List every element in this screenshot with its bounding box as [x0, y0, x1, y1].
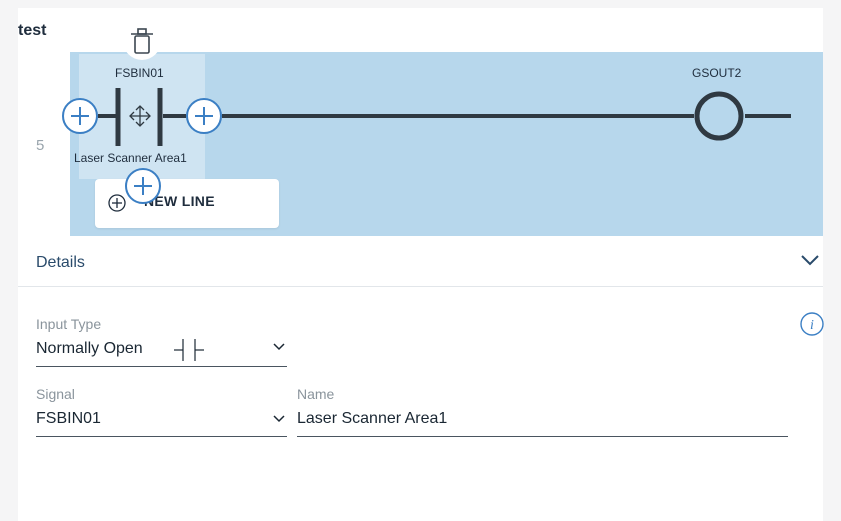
signal-label: Signal [36, 386, 75, 402]
add-below-button[interactable] [125, 168, 161, 204]
name-field[interactable]: Laser Scanner Area1 [297, 410, 447, 428]
details-header[interactable] [18, 236, 823, 287]
input-type-underline [36, 366, 287, 367]
trash-icon[interactable] [123, 22, 161, 60]
normally-open-contact-icon [174, 339, 204, 361]
details-title: Details [36, 254, 85, 271]
input-type-value[interactable]: Normally Open [36, 340, 143, 358]
svg-text:i: i [810, 318, 814, 333]
name-underline [297, 436, 788, 437]
move-icon[interactable] [129, 105, 151, 127]
chevron-down-icon[interactable] [800, 253, 820, 267]
add-left-button[interactable] [62, 98, 98, 134]
name-label: Name [297, 386, 335, 402]
signal-value[interactable]: FSBIN01 [36, 410, 101, 428]
output-coil[interactable] [694, 91, 744, 141]
normally-open-contact[interactable] [106, 88, 163, 146]
add-right-button[interactable] [186, 98, 222, 134]
new-line-plus-icon [108, 194, 126, 212]
signal-underline [36, 436, 287, 437]
signal-dropdown-icon[interactable] [273, 415, 285, 423]
input-type-dropdown-icon[interactable] [273, 343, 285, 351]
input-type-label: Input Type [36, 316, 102, 332]
info-icon[interactable]: i [799, 311, 825, 337]
